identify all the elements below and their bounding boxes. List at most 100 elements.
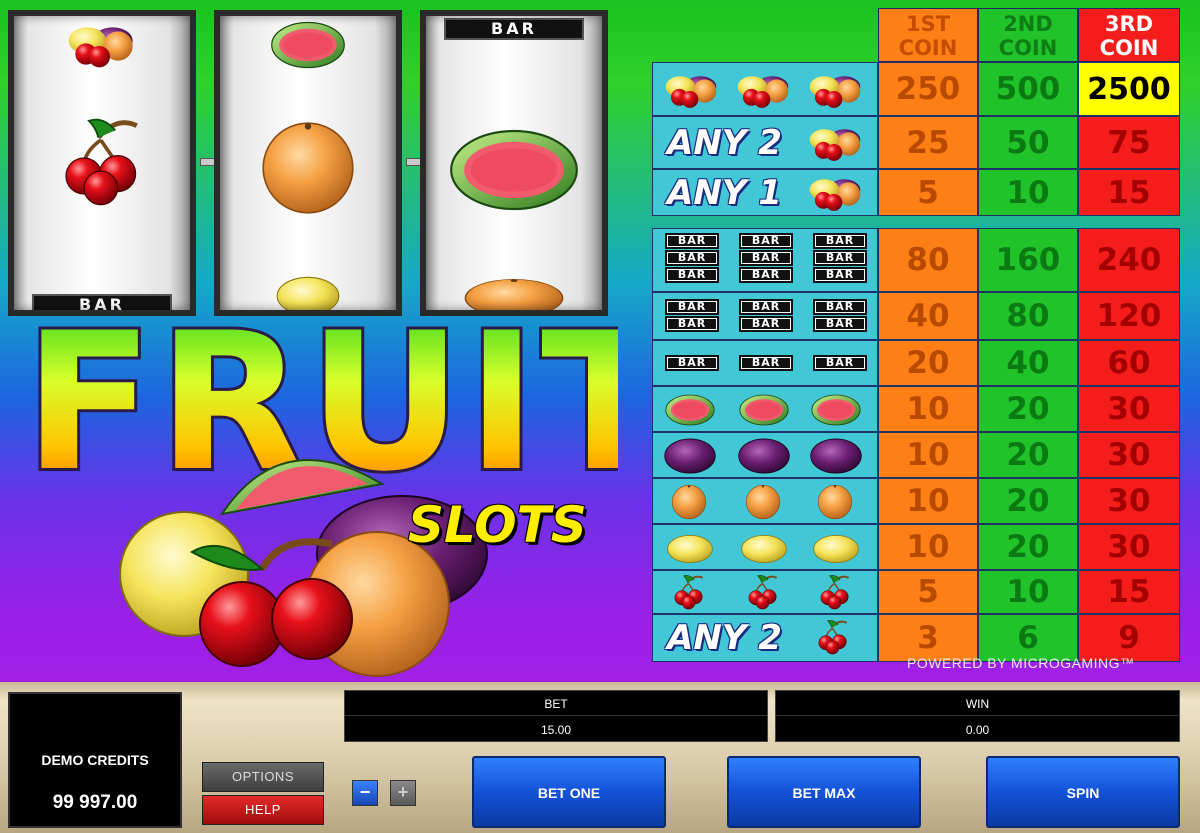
watermelon-icon xyxy=(271,21,345,69)
lemon-icon xyxy=(276,276,340,310)
bet-one-button[interactable]: BET ONE xyxy=(472,756,666,828)
plum-icon xyxy=(738,438,790,474)
watermelon-icon xyxy=(665,394,715,426)
cherry-icon xyxy=(673,574,704,611)
payout-coin-2: 10 xyxy=(978,570,1078,614)
paytable-row: 10 20 30 xyxy=(652,524,1180,570)
help-button[interactable]: HELP xyxy=(202,795,324,825)
cherry-icon xyxy=(819,574,850,611)
bet-max-button[interactable]: BET MAX xyxy=(727,756,921,828)
paytable-row: 10 20 30 xyxy=(652,432,1180,478)
payout-coin-3: 30 xyxy=(1078,432,1180,478)
credits-display: DEMO CREDITS 99 997.00 xyxy=(8,692,182,828)
plum-icon xyxy=(810,438,862,474)
row-symbols xyxy=(652,62,878,116)
paytable-row: 250 500 2500 xyxy=(652,62,1180,116)
bar-symbol: BAR xyxy=(32,294,172,310)
reel-2 xyxy=(214,10,402,316)
payout-coin-1: 10 xyxy=(878,432,978,478)
orange-icon xyxy=(745,484,781,520)
payout-coin-1: 5 xyxy=(878,570,978,614)
options-button[interactable]: OPTIONS xyxy=(202,762,324,792)
payout-coin-2: 80 xyxy=(978,292,1078,340)
payout-coin-1: 80 xyxy=(878,228,978,292)
fruit-pile-icon xyxy=(119,459,488,677)
mixed-fruit-icon xyxy=(68,27,133,68)
orange-icon xyxy=(817,484,853,520)
any-label: ANY 2 xyxy=(667,618,782,658)
paytable-row: BAR BAR BAR 20 40 60 xyxy=(652,340,1180,386)
payout-coin-2: 50 xyxy=(978,116,1078,169)
header-coin-1: 1ST COIN xyxy=(878,8,978,62)
any-label: ANY 2 xyxy=(667,122,782,163)
watermelon-icon xyxy=(811,394,861,426)
row-symbols xyxy=(652,524,878,570)
row-symbols xyxy=(652,478,878,524)
lemon-icon xyxy=(813,535,859,563)
payout-coin-3: 30 xyxy=(1078,524,1180,570)
payout-coin-1: 250 xyxy=(878,62,978,116)
cherry-icon xyxy=(747,574,778,611)
orange-icon xyxy=(671,484,707,520)
bet-display: BET 15.00 xyxy=(344,690,768,742)
cherry-icon xyxy=(817,619,848,656)
spin-button[interactable]: SPIN xyxy=(986,756,1180,828)
paytable-row: ANY 1 5 10 15 xyxy=(652,169,1180,216)
payout-coin-1: 20 xyxy=(878,340,978,386)
row-symbols xyxy=(652,570,878,614)
row-symbols xyxy=(652,386,878,432)
win-display: WIN 0.00 xyxy=(775,690,1180,742)
orange-icon xyxy=(262,122,354,214)
paytable-row: BAR BAR BAR BAR BAR BAR BAR BAR BAR 80 1… xyxy=(652,228,1180,292)
increase-bet-button[interactable]: + xyxy=(390,780,416,806)
payout-coin-2: 10 xyxy=(978,169,1078,216)
cherry-icon xyxy=(50,116,154,212)
header-coin-2: 2ND COIN xyxy=(978,8,1078,62)
bet-label: BET xyxy=(544,697,568,711)
payout-coin-3: 30 xyxy=(1078,478,1180,524)
mixed-fruit-icon xyxy=(665,76,717,108)
credits-value: 99 997.00 xyxy=(52,792,138,813)
payout-coin-2: 500 xyxy=(978,62,1078,116)
payout-coin-2: 160 xyxy=(978,228,1078,292)
any-label: ANY 1 xyxy=(667,172,782,213)
payout-coin-1: 5 xyxy=(878,169,978,216)
row-symbols: BAR BAR BAR BAR BAR BAR BAR BAR BAR xyxy=(652,228,878,292)
payout-coin-3: 60 xyxy=(1078,340,1180,386)
bar-symbol: BAR xyxy=(444,18,584,40)
mixed-fruit-icon xyxy=(809,179,861,211)
payout-coin-1: 40 xyxy=(878,292,978,340)
header-coin-3: 3RD COIN xyxy=(1078,8,1180,62)
watermelon-icon xyxy=(450,129,578,211)
payout-coin-2: 20 xyxy=(978,478,1078,524)
row-symbols: ANY 2 xyxy=(652,116,878,169)
watermelon-icon xyxy=(739,394,789,426)
lemon-icon xyxy=(741,535,787,563)
lemon-icon xyxy=(667,535,713,563)
paytable-row: 10 20 30 xyxy=(652,386,1180,432)
win-value: 0.00 xyxy=(965,723,990,737)
paytable-row: BAR BAR BAR BAR BAR BAR 40 80 120 xyxy=(652,292,1180,340)
mixed-fruit-icon xyxy=(737,76,789,108)
orange-icon xyxy=(464,278,564,310)
plum-icon xyxy=(664,438,716,474)
payout-coin-2: 20 xyxy=(978,432,1078,478)
paytable-row: ANY 2 25 50 75 xyxy=(652,116,1180,169)
payout-coin-3: 15 xyxy=(1078,169,1180,216)
decrease-bet-button[interactable]: − xyxy=(352,780,378,806)
mixed-fruit-icon xyxy=(809,129,861,161)
payout-coin-3: 240 xyxy=(1078,228,1180,292)
payout-coin-3: 75 xyxy=(1078,116,1180,169)
logo-subtitle: SLOTS xyxy=(408,496,587,554)
row-symbols: BAR BAR BAR xyxy=(652,340,878,386)
row-symbols: BAR BAR BAR BAR BAR BAR xyxy=(652,292,878,340)
payout-coin-3: 15 xyxy=(1078,570,1180,614)
credits-label: DEMO CREDITS xyxy=(41,752,149,768)
payout-coin-1: 25 xyxy=(878,116,978,169)
reel-3: BAR xyxy=(420,10,608,316)
payout-coin-1: 10 xyxy=(878,524,978,570)
powered-by: POWERED BY MICROGAMING™ xyxy=(907,655,1135,671)
bet-value: 15.00 xyxy=(540,723,572,737)
paytable-row: 10 20 30 xyxy=(652,478,1180,524)
payout-coin-3: 30 xyxy=(1078,386,1180,432)
